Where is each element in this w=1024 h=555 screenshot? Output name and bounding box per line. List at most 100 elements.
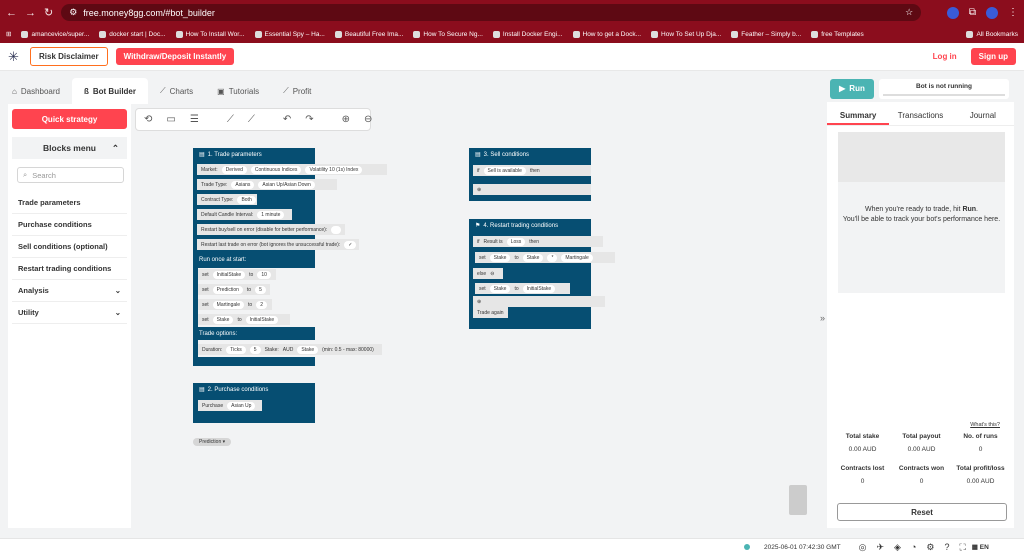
- candle-interval-row[interactable]: Default Candle Interval: 1 minute: [197, 209, 292, 220]
- restart-last-row[interactable]: Restart last trade on error (bot ignores…: [197, 239, 359, 250]
- gauge-icon[interactable]: ◔: [911, 542, 916, 553]
- value-input[interactable]: 2: [256, 300, 267, 309]
- variable-dropdown[interactable]: Martingale: [561, 253, 593, 262]
- duration-input[interactable]: 5: [249, 345, 261, 354]
- all-bookmarks[interactable]: All Bookmarks: [966, 30, 1018, 38]
- bookmark-item[interactable]: How to get a Dock...: [572, 30, 641, 38]
- duration-unit-dropdown[interactable]: Ticks: [226, 345, 246, 354]
- stake-dropdown[interactable]: Stake: [297, 345, 319, 354]
- site-info-icon[interactable]: ⚙: [69, 7, 77, 18]
- expand-panel-icon[interactable]: »: [820, 313, 825, 323]
- zoom-in-icon[interactable]: ⊕: [342, 114, 350, 125]
- contract-type-dropdown[interactable]: Both: [237, 195, 256, 204]
- help-icon[interactable]: ?: [944, 542, 949, 553]
- restart-error-row[interactable]: Restart buy/sell on error (disable for b…: [197, 224, 345, 235]
- value-input[interactable]: 5: [255, 285, 266, 294]
- trade-again-row[interactable]: Trade again: [473, 307, 508, 318]
- restart-if-row[interactable]: if Result is Loss then: [473, 236, 603, 247]
- withdraw-deposit-button[interactable]: Withdraw/Deposit Instantly: [115, 48, 235, 65]
- bookmark-item[interactable]: amancevice/super...: [21, 30, 89, 38]
- blockly-workspace[interactable]: ▤ 1. Trade parameters Market: Derived Con…: [135, 131, 820, 528]
- star-icon[interactable]: ☆: [905, 7, 913, 18]
- value-input[interactable]: 10: [257, 270, 271, 279]
- variable-dropdown[interactable]: Stake: [489, 284, 511, 293]
- profile-avatar[interactable]: [986, 6, 998, 19]
- restart-add-row[interactable]: ⊕: [473, 296, 605, 307]
- signup-button[interactable]: Sign up: [970, 48, 1016, 65]
- forward-icon[interactable]: →: [25, 7, 36, 19]
- menu-item-restart-conditions[interactable]: Restart trading conditions: [12, 258, 127, 280]
- telegram-icon[interactable]: ✈: [876, 542, 884, 553]
- trash-icon[interactable]: [789, 485, 807, 515]
- variable-dropdown[interactable]: Stake: [489, 253, 511, 262]
- tab-journal[interactable]: Journal: [952, 106, 1014, 125]
- menu-item-utility[interactable]: Utility ⌄: [12, 302, 127, 324]
- variable-dropdown[interactable]: Stake: [522, 253, 544, 262]
- settings-icon[interactable]: ⚙: [926, 542, 934, 553]
- variable-dropdown[interactable]: Stake: [212, 315, 234, 324]
- apps-icon[interactable]: ⊞: [6, 30, 11, 38]
- chart-alt-icon[interactable]: ⟋: [248, 114, 255, 125]
- remove-icon[interactable]: ⊖: [490, 271, 494, 277]
- variable-dropdown[interactable]: Martingale: [212, 300, 245, 309]
- zoom-out-icon[interactable]: ⊖: [364, 114, 372, 125]
- tab-summary[interactable]: Summary: [827, 106, 890, 125]
- menu-item-sell-conditions[interactable]: Sell conditions (optional): [12, 236, 127, 258]
- variable-dropdown[interactable]: InitialStake: [212, 270, 246, 279]
- add-icon[interactable]: ⊕: [477, 187, 481, 193]
- fullscreen-icon[interactable]: ⛶: [959, 542, 965, 553]
- menu-icon[interactable]: ⋮: [1008, 7, 1018, 18]
- sell-if-row[interactable]: if Sell is available then: [473, 165, 591, 176]
- address-bar[interactable]: ⚙ free.money8gg.com/#bot_builder ☆: [61, 4, 922, 21]
- run-button[interactable]: ▶ Run: [830, 78, 874, 99]
- tab-dashboard[interactable]: ⌂ Dashboard: [0, 78, 72, 104]
- purchase-row[interactable]: Purchase Asian Up: [198, 400, 262, 411]
- chart-icon[interactable]: ⟋: [227, 114, 234, 125]
- submarket-dropdown[interactable]: Continuous Indices: [250, 165, 302, 174]
- tab-bot-builder[interactable]: ß Bot Builder: [71, 78, 148, 104]
- set-initialstake-row[interactable]: set InitialStake to 10: [198, 269, 276, 280]
- whatsapp-icon[interactable]: ◎: [859, 542, 867, 553]
- bookmark-item[interactable]: docker start | Doc...: [99, 30, 166, 38]
- sell-condition[interactable]: Sell is available: [483, 166, 526, 175]
- login-button[interactable]: Log in: [927, 48, 963, 65]
- bookmark-item[interactable]: Feather – Simply b...: [731, 30, 801, 38]
- tab-tutorials[interactable]: ▣ Tutorials: [205, 78, 271, 104]
- menu-item-purchase-conditions[interactable]: Purchase conditions: [12, 214, 127, 236]
- prediction-floating-block[interactable]: Prediction ▾: [193, 438, 232, 446]
- risk-disclaimer-button[interactable]: Risk Disclaimer: [30, 47, 108, 66]
- operator-dropdown[interactable]: *: [547, 253, 558, 262]
- bookmark-item[interactable]: free Templates: [811, 30, 864, 38]
- duration-row[interactable]: Duration: Ticks 5 Stake: AUD Stake (min:…: [198, 344, 382, 355]
- menu-item-analysis[interactable]: Analysis ⌄: [12, 280, 127, 302]
- quick-strategy-button[interactable]: Quick strategy: [12, 109, 127, 129]
- variable-dropdown[interactable]: Prediction: [212, 285, 243, 294]
- trade-type-dropdown[interactable]: Asians: [231, 180, 255, 189]
- reset-icon[interactable]: ⟲: [144, 114, 152, 125]
- trade-type-row[interactable]: Trade Type: Asians Asian Up/Asian Down: [197, 179, 337, 190]
- sort-icon[interactable]: ☰: [190, 114, 199, 125]
- result-dropdown[interactable]: Loss: [506, 237, 526, 246]
- tab-profit[interactable]: ⟋ Profit: [271, 78, 323, 104]
- contract-type-row[interactable]: Contract Type: Both: [197, 194, 257, 205]
- menu-item-trade-parameters[interactable]: Trade parameters: [12, 192, 127, 214]
- symbol-dropdown[interactable]: Volatility 10 (1s) Index: [305, 165, 363, 174]
- restart-last-checkbox[interactable]: ✓: [344, 240, 357, 249]
- else-row[interactable]: else ⊖: [473, 268, 503, 279]
- bookmark-item[interactable]: How To Secure Ng...: [413, 30, 483, 38]
- bookmark-item[interactable]: Install Docker Engi...: [492, 30, 563, 38]
- value-dropdown[interactable]: InitialStake: [245, 315, 279, 324]
- redo-icon[interactable]: ↷: [305, 114, 313, 125]
- restart-error-checkbox[interactable]: [331, 225, 341, 234]
- market-row[interactable]: Market: Derived Continuous Indices Volat…: [197, 164, 387, 175]
- extension-icon[interactable]: [946, 6, 959, 19]
- logo-icon[interactable]: ✳: [8, 49, 22, 64]
- add-icon[interactable]: ⊕: [477, 299, 481, 305]
- bookmark-item[interactable]: Essential Spy – Ha...: [254, 30, 325, 38]
- whats-this-link[interactable]: What's this?: [970, 422, 1000, 428]
- set-stake-row[interactable]: set Stake to InitialStake: [198, 314, 290, 325]
- shield-icon[interactable]: ◈: [894, 542, 901, 553]
- candle-interval-dropdown[interactable]: 1 minute: [257, 210, 285, 219]
- tab-charts[interactable]: ⟋ Charts: [148, 78, 205, 104]
- reload-icon[interactable]: ↻: [44, 6, 53, 19]
